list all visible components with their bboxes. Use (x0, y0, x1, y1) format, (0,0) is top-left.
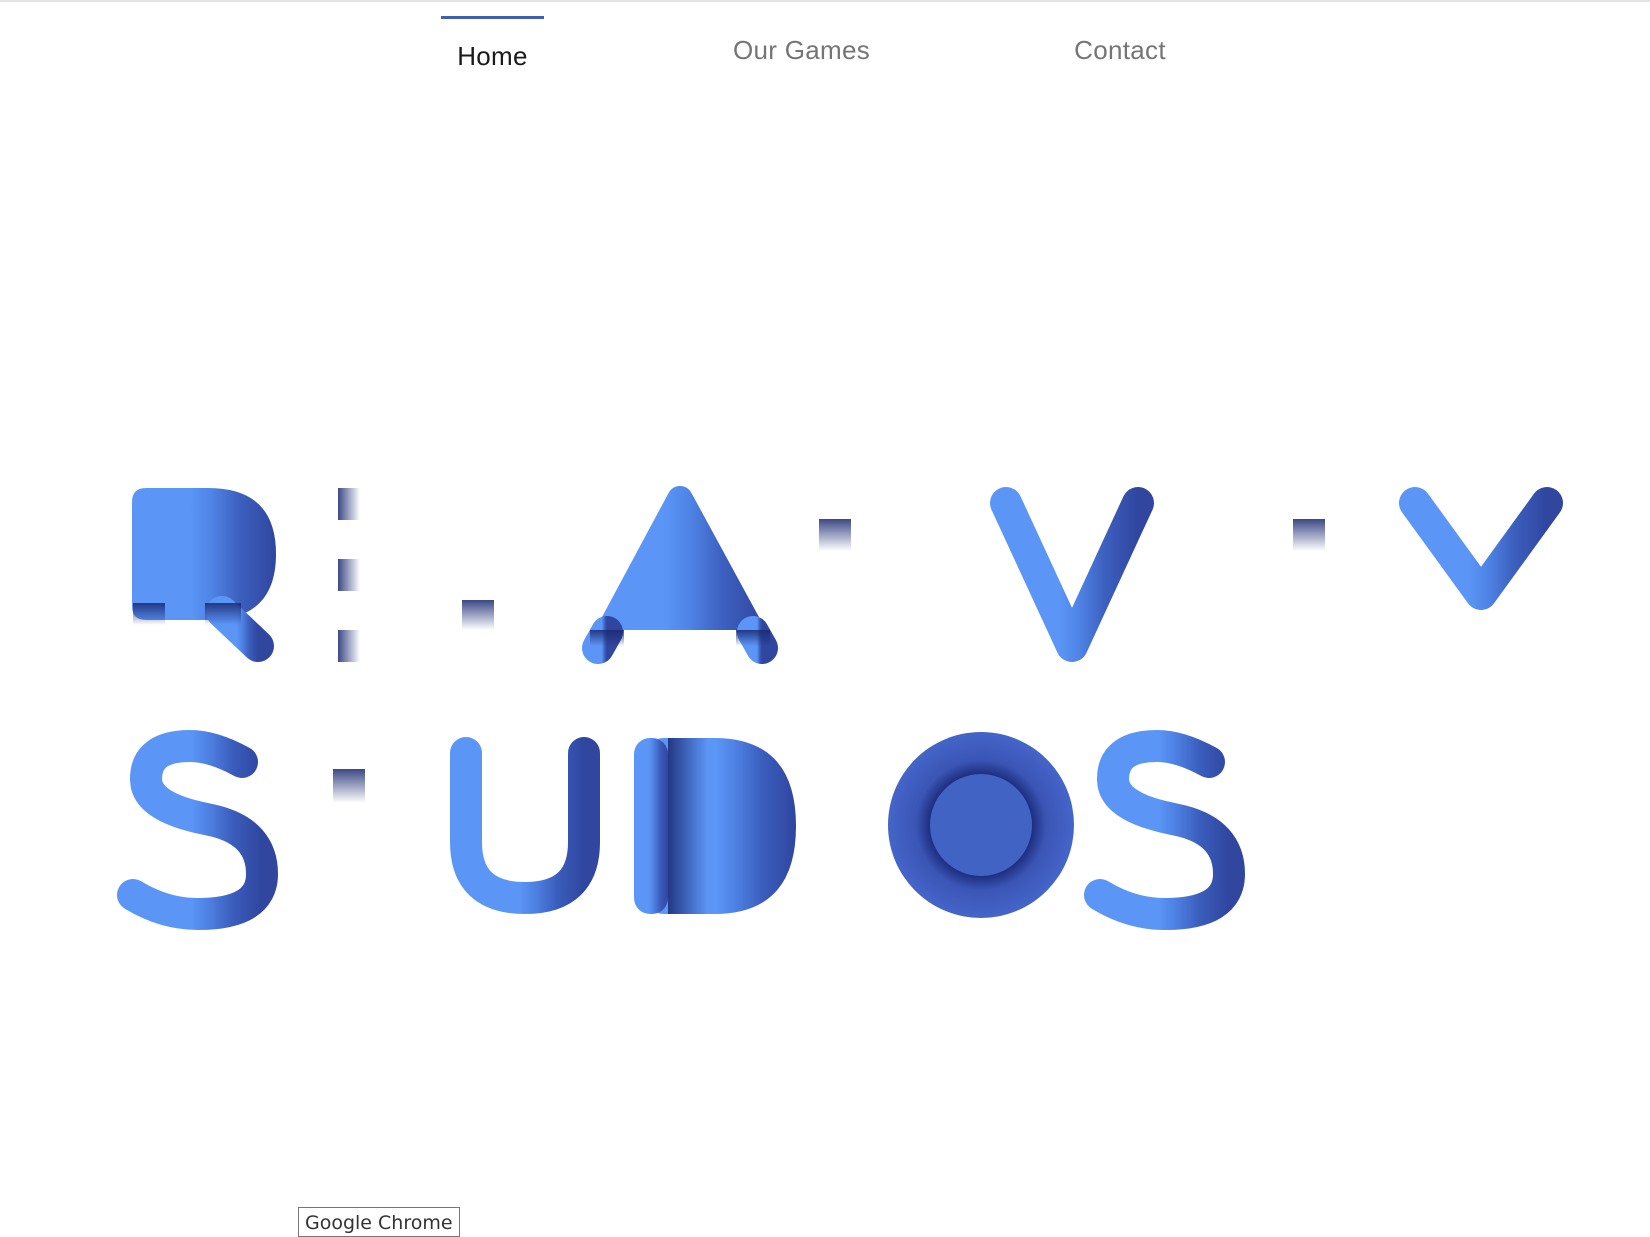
letter-e (306, 488, 432, 662)
logo-line2 (117, 730, 1245, 930)
relativity-studios-logo: RELATIVITY STUDIOS (0, 0, 1650, 1237)
letter-t1 (760, 487, 910, 662)
letter-r (132, 488, 276, 662)
letter-t2 (1235, 487, 1385, 662)
logo-line1 (132, 486, 1563, 664)
page: Home Our Games Contact RELATIVITY STUDIO… (0, 0, 1650, 1237)
letter-s1 (117, 730, 278, 930)
letter-s2 (1084, 730, 1245, 930)
letter-t3 (272, 737, 426, 912)
letter-y (1399, 487, 1563, 662)
taskbar-tooltip: Google Chrome (298, 1207, 460, 1237)
letter-v (990, 487, 1154, 662)
logo-artwork (117, 486, 1563, 930)
letter-d (634, 738, 796, 914)
letter-u (450, 737, 600, 914)
letter-o (888, 732, 1074, 918)
letter-l (462, 488, 578, 662)
letter-a (582, 486, 778, 664)
